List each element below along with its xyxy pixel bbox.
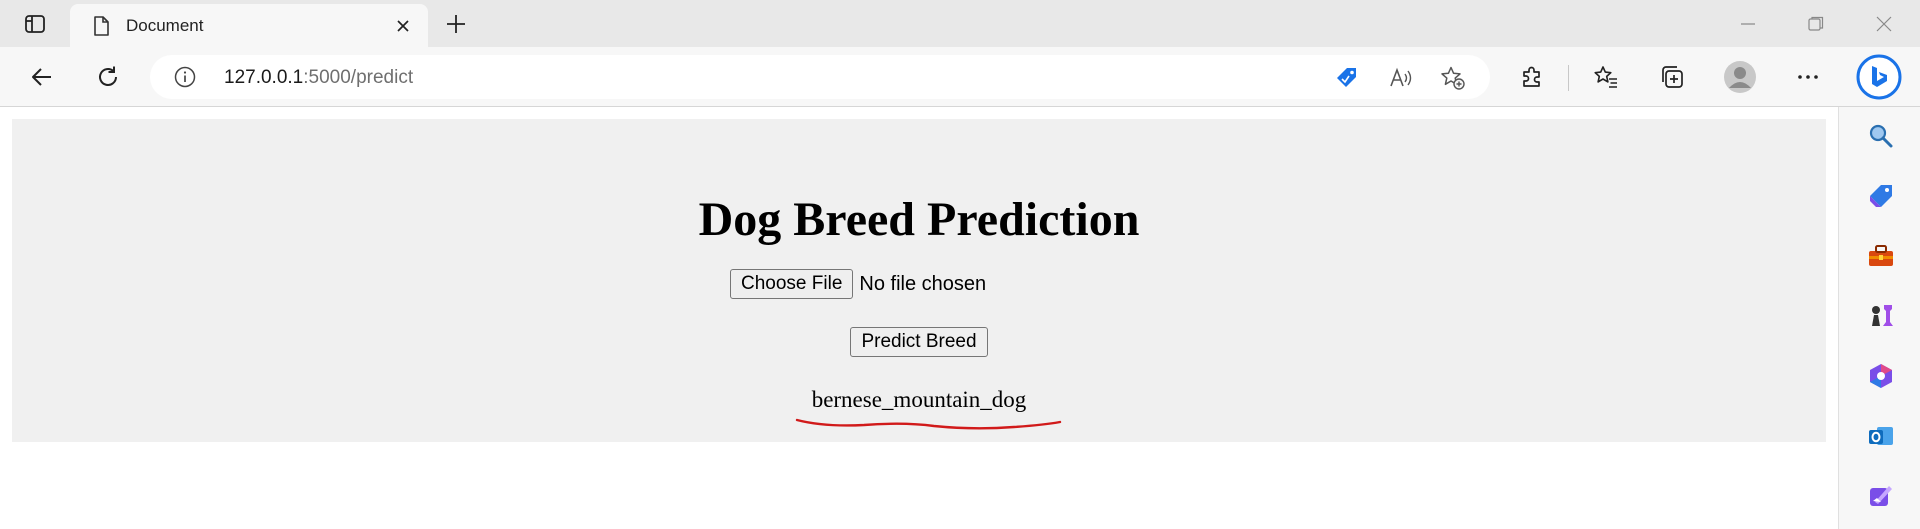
- restore-icon[interactable]: [1796, 8, 1836, 40]
- tab-title: Document: [126, 16, 204, 35]
- microsoft-365-icon[interactable]: [1866, 361, 1896, 391]
- outlook-icon[interactable]: [1866, 421, 1896, 451]
- predict-breed-button[interactable]: Predict Breed: [850, 327, 988, 357]
- tab-strip: Document: [0, 0, 1920, 47]
- file-status-text: No file chosen: [859, 272, 987, 295]
- file-input[interactable]: Choose File No file chosen: [730, 269, 986, 299]
- address-bar[interactable]: 127.0.0.1:5000/predict: [150, 55, 1490, 99]
- designer-icon[interactable]: [1866, 481, 1896, 511]
- shopping-icon[interactable]: [1866, 181, 1896, 211]
- add-favorite-icon[interactable]: [1440, 65, 1466, 91]
- puzzle-icon[interactable]: [1512, 57, 1552, 97]
- info-icon[interactable]: [174, 66, 196, 88]
- page-viewport: Dog Breed Prediction Choose File No file…: [0, 107, 1838, 529]
- browser-toolbar: 127.0.0.1:5000/predict: [0, 47, 1920, 107]
- page-icon: [90, 15, 112, 37]
- new-tab-button[interactable]: [440, 8, 472, 40]
- refresh-icon[interactable]: [88, 57, 128, 97]
- prediction-container: Dog Breed Prediction Choose File No file…: [12, 119, 1826, 442]
- shopping-tag-icon[interactable]: [1334, 65, 1360, 91]
- favorites-icon[interactable]: [1586, 57, 1626, 97]
- close-icon[interactable]: [390, 13, 416, 39]
- predict-row: Predict Breed: [12, 327, 1826, 357]
- more-icon[interactable]: [1788, 57, 1828, 97]
- back-arrow-icon[interactable]: [22, 57, 62, 97]
- collections-icon[interactable]: [1652, 57, 1692, 97]
- tools-icon[interactable]: [1866, 241, 1896, 271]
- bing-chat-icon[interactable]: [1856, 54, 1902, 100]
- read-aloud-icon[interactable]: [1388, 65, 1414, 91]
- window-close-icon[interactable]: [1864, 8, 1904, 40]
- profile-icon[interactable]: [1720, 57, 1760, 97]
- games-icon[interactable]: [1866, 301, 1896, 331]
- red-underline-annotation: [795, 418, 1062, 430]
- choose-file-button[interactable]: Choose File: [730, 269, 854, 299]
- search-icon[interactable]: [1866, 121, 1896, 151]
- page-title: Dog Breed Prediction: [698, 193, 1140, 246]
- edge-sidebar: [1838, 107, 1920, 529]
- tab-actions-icon[interactable]: [14, 8, 56, 40]
- url-host: 127.0.0.1: [224, 67, 304, 88]
- browser-tab[interactable]: Document: [70, 4, 428, 47]
- url-path: :5000/predict: [303, 67, 414, 88]
- minimize-icon[interactable]: [1728, 8, 1768, 40]
- url-text[interactable]: 127.0.0.1:5000/predict: [224, 67, 413, 89]
- toolbar-separator: [1568, 65, 1569, 91]
- prediction-result: bernese_mountain_dog: [811, 387, 1027, 412]
